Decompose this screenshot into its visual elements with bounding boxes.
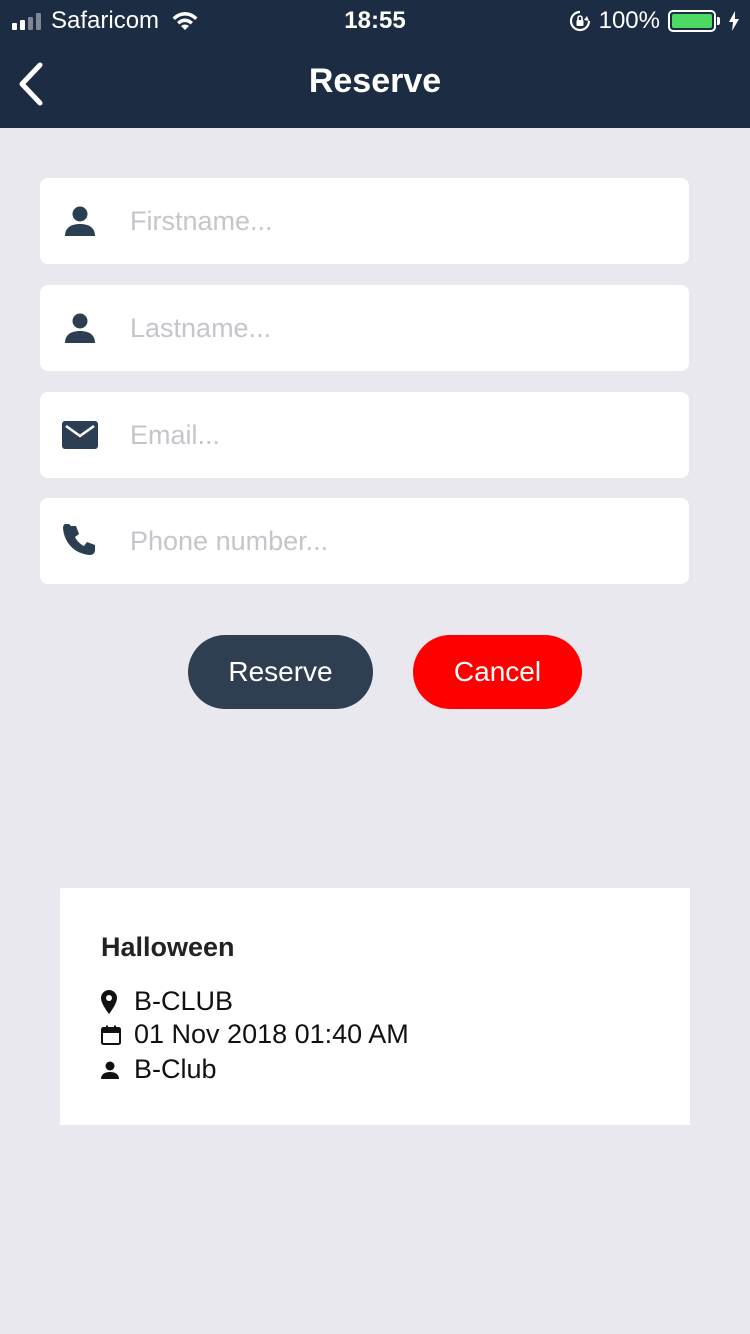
reserve-button[interactable]: Reserve (188, 635, 373, 709)
status-right: 100% (569, 7, 740, 35)
event-datetime: 01 Nov 2018 01:40 AM (134, 1019, 409, 1049)
firstname-input[interactable] (130, 191, 689, 251)
cancel-button[interactable]: Cancel (413, 635, 582, 709)
user-icon (100, 1060, 134, 1080)
event-datetime-row: 01 Nov 2018 01:40 AM (100, 1019, 409, 1050)
orientation-lock-icon (569, 10, 591, 32)
event-organizer: B-Club (134, 1054, 217, 1084)
location-pin-icon (100, 989, 134, 1015)
phone-icon (40, 498, 120, 584)
event-title: Halloween (101, 932, 235, 962)
event-venue-row: B-CLUB (100, 986, 233, 1017)
firstname-field[interactable] (40, 178, 689, 264)
battery-icon (668, 10, 720, 32)
email-input[interactable] (130, 405, 689, 465)
status-bar: Safaricom 18:55 100% (0, 0, 750, 40)
charging-icon (728, 10, 740, 32)
phone-input[interactable] (130, 511, 689, 571)
phone-field[interactable] (40, 498, 689, 584)
mail-icon (40, 392, 120, 478)
person-icon (40, 178, 120, 264)
app-header: Safaricom 18:55 100% Reserve (0, 0, 750, 128)
event-card: Halloween B-CLUB 01 Nov 2018 01:40 AM B-… (60, 888, 690, 1125)
event-venue: B-CLUB (134, 986, 234, 1016)
page-title: Reserve (308, 62, 442, 100)
calendar-icon (100, 1024, 134, 1046)
person-icon (40, 285, 120, 371)
event-organizer-row: B-Club (100, 1054, 217, 1085)
email-field[interactable] (40, 392, 689, 478)
lastname-input[interactable] (130, 298, 689, 358)
battery-percent: 100% (598, 7, 660, 34)
lastname-field[interactable] (40, 285, 689, 371)
